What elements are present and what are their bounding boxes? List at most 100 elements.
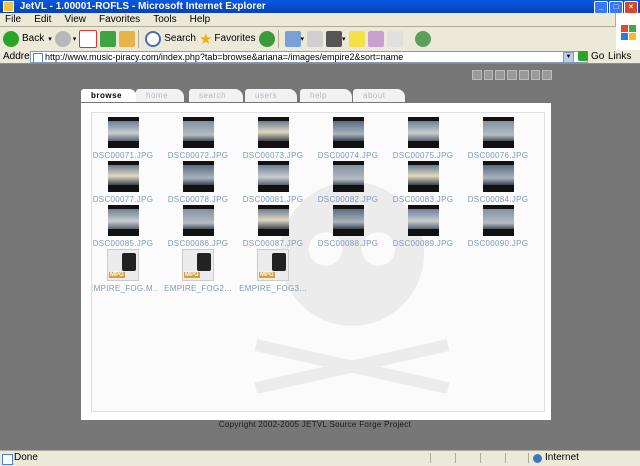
address-dropdown-button[interactable]: ▼ bbox=[563, 52, 574, 63]
image-file-item[interactable]: DSC00078.JPG bbox=[163, 161, 233, 204]
image-file-item[interactable]: DSC00073.JPG bbox=[238, 117, 308, 160]
image-file-item[interactable]: DSC00071.JPG bbox=[92, 117, 158, 160]
image-file-item[interactable]: DSC00085.JPG bbox=[92, 205, 158, 248]
research-button[interactable] bbox=[367, 28, 384, 49]
status-bar: Done Internet bbox=[0, 450, 640, 466]
go-arrow-icon bbox=[578, 51, 588, 62]
forward-button[interactable]: ▾ bbox=[54, 28, 76, 49]
image-file-item[interactable]: DSC00074.JPG bbox=[313, 117, 383, 160]
favorites-button[interactable]: ★ Favorites bbox=[199, 28, 256, 49]
file-name[interactable]: DSC00081.JPG bbox=[238, 195, 308, 204]
msn-buddy-icon bbox=[414, 30, 431, 47]
mini-icon[interactable] bbox=[530, 70, 541, 80]
address-url: http://www.music-piracy.com/index.php?ta… bbox=[45, 52, 404, 62]
menu-tools[interactable]: Tools bbox=[148, 13, 181, 26]
file-name[interactable]: DSC00072.JPG bbox=[163, 151, 233, 160]
file-name[interactable]: DSC00088.JPG bbox=[313, 239, 383, 248]
mini-icon[interactable] bbox=[472, 70, 482, 80]
go-button[interactable]: Go bbox=[578, 50, 604, 63]
print-button[interactable] bbox=[307, 28, 324, 49]
file-name[interactable]: DSC00090.JPG bbox=[463, 239, 533, 248]
image-file-item[interactable]: DSC00088.JPG bbox=[313, 205, 383, 248]
image-file-item[interactable]: DSC00072.JPG bbox=[163, 117, 233, 160]
file-name[interactable]: EMPIRE_FOG.M... bbox=[92, 284, 158, 293]
refresh-button[interactable] bbox=[100, 28, 117, 49]
menu-file[interactable]: File bbox=[0, 13, 26, 26]
mpg-badge: MPG bbox=[184, 272, 200, 278]
home-button[interactable] bbox=[119, 28, 136, 49]
image-file-item[interactable]: DSC00086.JPG bbox=[163, 205, 233, 248]
file-name[interactable]: DSC00071.JPG bbox=[92, 151, 158, 160]
toolbar-separator bbox=[277, 29, 279, 48]
search-button[interactable]: Search bbox=[145, 28, 196, 49]
menu-edit[interactable]: Edit bbox=[29, 13, 56, 26]
image-thumbnail bbox=[182, 161, 214, 192]
tab-about[interactable]: about bbox=[353, 89, 405, 102]
back-button[interactable]: Back ▾ bbox=[3, 28, 52, 49]
tab-users[interactable]: users bbox=[245, 89, 297, 102]
tab-help[interactable]: help bbox=[300, 89, 352, 102]
mail-button[interactable]: ▾ bbox=[284, 28, 304, 49]
file-name[interactable]: DSC00084.JPG bbox=[463, 195, 533, 204]
image-file-item[interactable]: DSC00075.JPG bbox=[388, 117, 458, 160]
file-name[interactable]: DSC00087.JPG bbox=[238, 239, 308, 248]
mpg-file-icon: MPG bbox=[257, 249, 289, 281]
file-name[interactable]: DSC00086.JPG bbox=[163, 239, 233, 248]
address-input[interactable]: http://www.music-piracy.com/index.php?ta… bbox=[30, 51, 588, 63]
msn-button[interactable] bbox=[414, 28, 431, 49]
file-name[interactable]: DSC00078.JPG bbox=[163, 195, 233, 204]
file-name[interactable]: EMPIRE_FOG3... bbox=[238, 284, 308, 293]
file-name[interactable]: DSC00074.JPG bbox=[313, 151, 383, 160]
home-icon bbox=[119, 30, 136, 47]
print-icon bbox=[307, 30, 324, 47]
tab-browse[interactable]: browse bbox=[81, 89, 137, 102]
file-name[interactable]: EMPIRE_FOG2... bbox=[163, 284, 233, 293]
image-file-item[interactable]: DSC00076.JPG bbox=[463, 117, 533, 160]
media-icon bbox=[258, 30, 275, 47]
file-name[interactable]: DSC00077.JPG bbox=[92, 195, 158, 204]
image-file-item[interactable]: DSC00090.JPG bbox=[463, 205, 533, 248]
stop-icon bbox=[79, 29, 98, 48]
file-name[interactable]: DSC00075.JPG bbox=[388, 151, 458, 160]
mini-icon[interactable] bbox=[495, 70, 506, 80]
media-button[interactable] bbox=[258, 28, 275, 49]
video-file-item[interactable]: MPG EMPIRE_FOG3... bbox=[238, 249, 308, 293]
file-name[interactable]: DSC00085.JPG bbox=[92, 239, 158, 248]
menu-view[interactable]: View bbox=[59, 13, 91, 26]
status-divider bbox=[528, 453, 529, 463]
image-file-item[interactable]: DSC00083.JPG bbox=[388, 161, 458, 204]
discuss-button[interactable] bbox=[348, 28, 365, 49]
search-icon bbox=[145, 30, 162, 47]
menu-help[interactable]: Help bbox=[185, 13, 216, 26]
messenger-button[interactable] bbox=[386, 28, 403, 49]
edit-button[interactable]: ▾ bbox=[326, 28, 346, 49]
mini-icon[interactable] bbox=[518, 70, 529, 80]
image-file-item[interactable]: DSC00087.JPG bbox=[238, 205, 308, 248]
tab-search[interactable]: search bbox=[189, 89, 243, 102]
image-thumbnail bbox=[257, 161, 289, 192]
mini-icon[interactable] bbox=[507, 70, 517, 80]
image-file-item[interactable]: DSC00077.JPG bbox=[92, 161, 158, 204]
page-icon bbox=[33, 53, 43, 62]
file-name[interactable]: DSC00073.JPG bbox=[238, 151, 308, 160]
file-name[interactable]: DSC00083.JPG bbox=[388, 195, 458, 204]
file-name[interactable]: DSC00076.JPG bbox=[463, 151, 533, 160]
tab-home[interactable]: home bbox=[136, 89, 184, 102]
mini-icon[interactable] bbox=[542, 70, 553, 80]
image-file-item[interactable]: DSC00089.JPG bbox=[388, 205, 458, 248]
menu-favorites[interactable]: Favorites bbox=[94, 13, 145, 26]
video-file-item[interactable]: MPG EMPIRE_FOG.M... bbox=[92, 249, 158, 293]
stop-button[interactable] bbox=[79, 28, 98, 49]
image-file-item[interactable]: DSC00084.JPG bbox=[463, 161, 533, 204]
mini-icon[interactable] bbox=[483, 70, 494, 80]
image-thumbnail bbox=[407, 205, 439, 236]
favorites-label: Favorites bbox=[214, 33, 256, 44]
image-thumbnail bbox=[257, 117, 289, 148]
file-name[interactable]: DSC00082.JPG bbox=[313, 195, 383, 204]
file-name[interactable]: DSC00089.JPG bbox=[388, 239, 458, 248]
links-button[interactable]: Links bbox=[608, 50, 631, 63]
image-file-item[interactable]: DSC00081.JPG bbox=[238, 161, 308, 204]
image-file-item[interactable]: DSC00082.JPG bbox=[313, 161, 383, 204]
edit-icon bbox=[326, 30, 343, 47]
video-file-item[interactable]: MPG EMPIRE_FOG2... bbox=[163, 249, 233, 293]
